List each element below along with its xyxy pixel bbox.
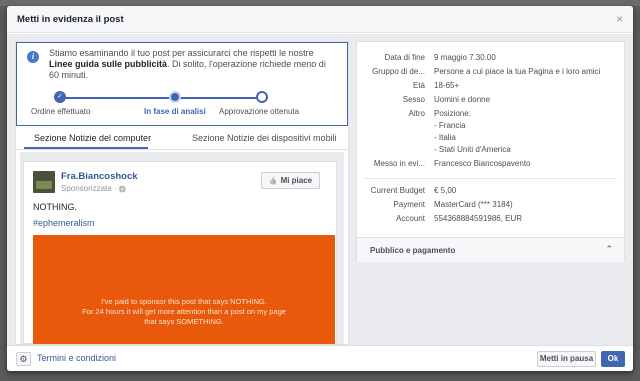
detail-value: Posizione:: [434, 109, 471, 118]
thumbs-up-icon: 👍: [268, 177, 278, 185]
dialog-body: i Stiamo esaminando il tuo post per assi…: [7, 34, 633, 345]
boost-post-dialog: Metti in evidenza il post × i Stiamo esa…: [7, 6, 633, 371]
detail-value: 554368884591986, EUR: [434, 214, 523, 223]
active-tab-underline: [24, 147, 148, 149]
dialog-header: Metti in evidenza il post ×: [7, 6, 633, 33]
sponsored-text: Sponsorizzata: [61, 184, 112, 193]
globe-icon: 🌐: [118, 187, 127, 193]
tab-mobile-newsfeed[interactable]: Sezione Notizie dei dispositivi mobili: [192, 133, 337, 143]
dialog-title: Metti in evidenza il post: [17, 13, 124, 25]
preview-tabs: Sezione Notizie del computer Sezione Not…: [16, 126, 348, 150]
detail-label: Sesso: [402, 95, 425, 104]
info-icon: i: [27, 51, 39, 63]
pause-button[interactable]: Metti in pausa: [537, 351, 596, 367]
detail-label: Messo in evi...: [373, 159, 425, 168]
page-name-link[interactable]: Fra.Biancoshock: [61, 171, 138, 182]
detail-label: Altro: [408, 109, 425, 118]
details-divider: [364, 178, 617, 179]
detail-label: Gruppo di de...: [372, 67, 425, 76]
post-preview-area: Fra.Biancoshock Sponsorizzata · 🌐 👍 Mi p…: [20, 152, 344, 344]
image-line: that says SOMETHING.: [144, 317, 224, 326]
step-approved: Approvazione ottenuta: [219, 107, 300, 116]
detail-value: 9 maggio 7.30.00: [434, 53, 496, 62]
detail-value: Uomini e donne: [434, 95, 491, 104]
post-image[interactable]: I've paid to sponsor this post that says…: [33, 235, 335, 344]
ok-button[interactable]: Ok: [601, 351, 625, 367]
detail-value: Persone a cui piace la tua Pagina e i lo…: [434, 67, 601, 76]
dialog-footer: ⚙ Termini e condizioni Metti in pausa Ok: [7, 345, 633, 371]
detail-value: - Stati Uniti d'America: [434, 145, 511, 154]
progress-track: [58, 97, 268, 99]
chevron-up-icon[interactable]: ⌃: [605, 244, 613, 255]
like-button-label: Mi piace: [280, 176, 313, 185]
step-order-placed: Ordine effettuato: [31, 107, 91, 116]
step-done-check-icon: ✓: [54, 91, 66, 103]
detail-label: Età: [412, 81, 425, 90]
detail-label: Payment: [393, 200, 425, 209]
gear-icon[interactable]: ⚙: [16, 352, 31, 366]
review-message: Stiamo esaminando il tuo post per assicu…: [49, 48, 334, 81]
ad-guidelines-link[interactable]: Linee guida sulle pubblicità: [49, 59, 167, 69]
step-next-dot: [256, 91, 268, 103]
terms-link[interactable]: Termini e condizioni: [37, 353, 116, 363]
detail-value: MasterCard (*** 3184): [434, 200, 513, 209]
section-title: Pubblico e pagamento: [370, 246, 456, 255]
post-preview: Fra.Biancoshock Sponsorizzata · 🌐 👍 Mi p…: [23, 161, 337, 344]
avatar[interactable]: [33, 171, 55, 193]
review-message-text: Stiamo esaminando il tuo post per assicu…: [49, 48, 314, 58]
sponsored-label: Sponsorizzata · 🌐: [61, 184, 127, 193]
detail-value: Francesco Biancospavento: [434, 159, 531, 168]
audience-payment-section[interactable]: Pubblico e pagamento ⌃: [357, 237, 624, 262]
detail-value: 18-65+: [434, 81, 460, 90]
detail-value: € 5,00: [434, 186, 457, 195]
details-panel: Data di fine 9 maggio 7.30.00 Gruppo di d…: [356, 41, 625, 262]
detail-value: - Francia: [434, 121, 466, 130]
detail-label: Account: [396, 214, 425, 223]
step-current-dot: [169, 91, 181, 103]
step-in-review: In fase di analisi: [144, 107, 206, 116]
detail-label: Data di fine: [384, 53, 425, 62]
image-line: For 24 hours it will get more attention …: [82, 307, 286, 316]
left-panel: i Stiamo esaminando il tuo post per assi…: [15, 41, 349, 345]
post-image-text: I've paid to sponsor this post that says…: [33, 297, 335, 327]
image-line: I've paid to sponsor this post that says…: [101, 297, 267, 306]
detail-label: Current Budget: [370, 186, 425, 195]
close-icon[interactable]: ×: [616, 13, 623, 25]
like-page-button[interactable]: 👍 Mi piace: [261, 172, 320, 189]
post-text: NOTHING.: [33, 202, 77, 212]
tab-desktop-newsfeed[interactable]: Sezione Notizie del computer: [34, 133, 151, 143]
hashtag-link[interactable]: #ephemeralism: [33, 218, 95, 228]
detail-value: - Italia: [434, 133, 456, 142]
review-status-box: i Stiamo esaminando il tuo post per assi…: [16, 42, 348, 126]
